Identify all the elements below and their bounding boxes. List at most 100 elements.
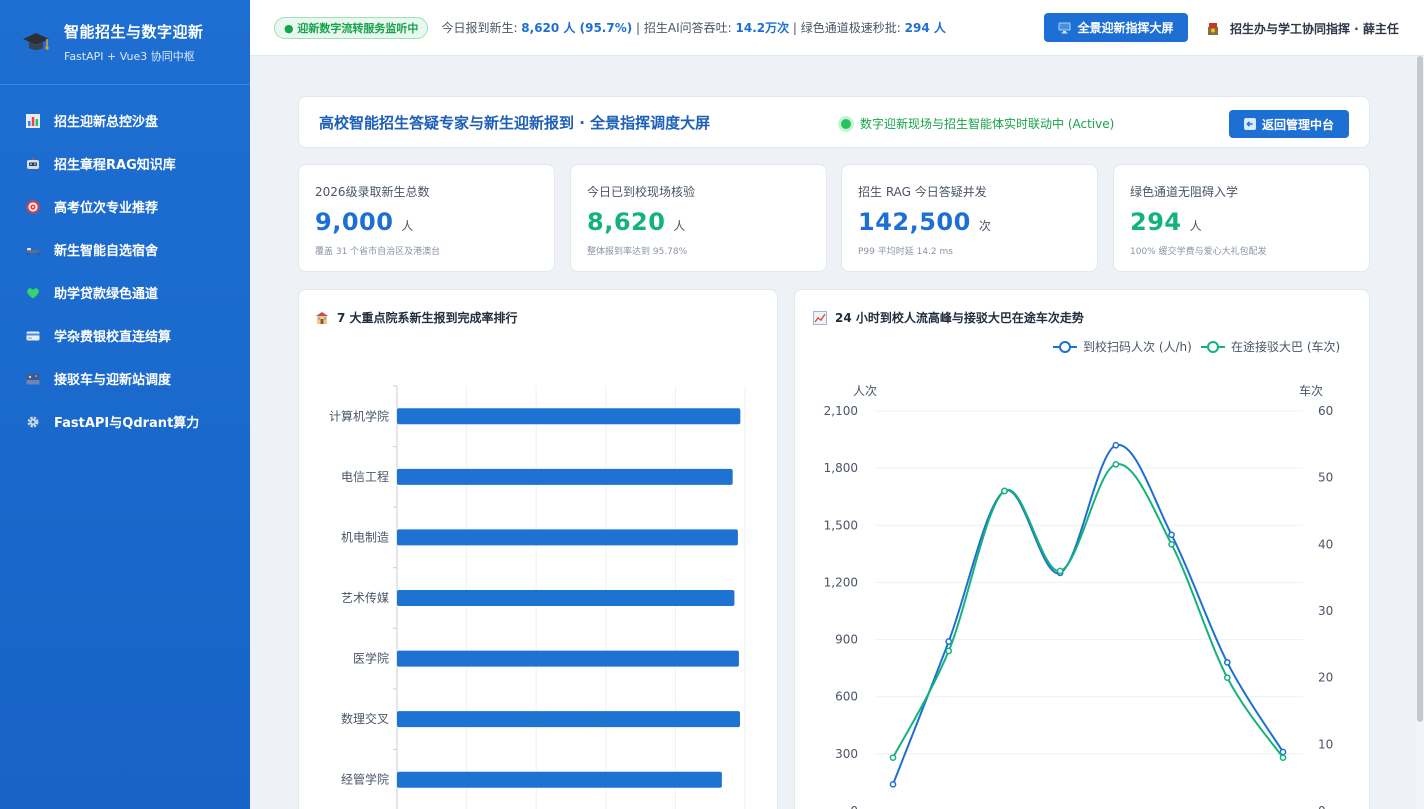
kpi-card-rag-qa: 招生 RAG 今日答疑并发 142,500 次 P99 平均时延 14.2 ms <box>841 164 1098 272</box>
sidebar-item-label: 新生智能自选宿舍 <box>54 244 159 259</box>
credit-card-icon <box>26 331 40 340</box>
sidebar-item-label: 招生迎新总控沙盘 <box>54 115 159 130</box>
sidebar-item-label: 接驳车与迎新站调度 <box>54 373 172 388</box>
sidebar-menu: 招生迎新总控沙盘 招生章程RAG知识库 高考位次专业推荐 新生智能自选宿舍 助学… <box>0 99 250 443</box>
legend-swatch-marker <box>1207 341 1219 353</box>
sidebar-item-recommend[interactable]: 高考位次专业推荐 <box>0 185 250 228</box>
y-tick-label-left: 1,500 <box>824 518 858 532</box>
brand-subtitle: FastAPI + Vue3 协同中枢 <box>64 49 195 63</box>
series-1-point <box>1223 659 1231 666</box>
sidebar-item-label: 学杂费银校直连结算 <box>54 330 172 345</box>
bar-chart-icon <box>26 113 40 128</box>
sidebar-item-label: 高考位次专业推荐 <box>54 201 159 216</box>
kpi-value: 8,620 <box>587 208 666 236</box>
big-screen-button[interactable]: 全景迎新指挥大屏 <box>1044 13 1188 42</box>
sidebar-item-label: 招生章程RAG知识库 <box>54 158 176 173</box>
y-tick-label-right: 60 <box>1318 404 1333 418</box>
series-2-point <box>889 754 897 762</box>
series-2-point <box>945 647 953 655</box>
bar-6 <box>397 711 740 728</box>
bar-1 <box>397 408 741 425</box>
back-to-admin-button[interactable]: 返回管理中台 <box>1229 110 1349 138</box>
series-2-point <box>1112 460 1120 468</box>
ticker-value-arrivals: 8,620 人 (95.7%) <box>521 21 633 35</box>
bar-3 <box>397 529 738 546</box>
y-tick-label-left: 1,200 <box>824 575 858 589</box>
active-status-text: 数字迎新现场与招生智能体实时联动中 (Active) <box>860 117 1115 131</box>
back-button-label: 返回管理中台 <box>1261 117 1334 132</box>
sidebar-item-compute[interactable]: FastAPI与Qdrant算力 <box>0 400 250 443</box>
bar-7 <box>397 771 722 788</box>
bar-chart: 计算机学院电信工程机电制造艺术传媒医学院数理交叉经管学院 <box>329 385 746 809</box>
series-2-point <box>1056 567 1064 575</box>
bar-category-label: 经管学院 <box>341 772 389 787</box>
legend-swatch-marker <box>1059 341 1071 353</box>
y-tick-label-right: 50 <box>1318 471 1333 485</box>
kpi-card-admitted: 2026级录取新生总数 9,000 人 覆盖 31 个省市自治区及港澳台 <box>298 164 555 272</box>
legend-label: 到校扫码人次 (人/h) <box>1083 339 1192 354</box>
kpi-unit: 人 <box>1189 219 1202 233</box>
bar-4 <box>397 590 735 606</box>
topbar: ● 迎新数字流转服务监听中 今日报到新生: 8,620 人 (95.7%) | … <box>250 0 1424 56</box>
big-screen-button-label: 全景迎新指挥大屏 <box>1077 21 1174 35</box>
line-chart: 到校扫码人次 (人/h) 在途接驳大巴 (车次) 人次 车次 2,100 1,800 1,5… <box>824 339 1341 809</box>
series-1-point <box>945 638 953 645</box>
department-bar-chart-card: 7 大重点院系新生报到完成率排行 计算机学院 电信工程 机电制造 艺术传媒 医学院 数理交… <box>298 289 778 809</box>
y-tick-label-left: 300 <box>835 747 858 761</box>
brand-title: 智能招生与数字迎新 <box>64 22 204 41</box>
ticker-label-qa: | 招生AI问答吞吐: <box>632 21 736 35</box>
bed-icon <box>27 247 39 255</box>
kpi-value: 142,500 <box>858 208 971 236</box>
sidebar-item-rag[interactable]: 招生章程RAG知识库 <box>0 142 250 185</box>
kpi-card-green-channel: 绿色通道无阻碍入学 294 人 100% 缓交学费与爱心大礼包配发 <box>1113 164 1370 272</box>
brand: 智能招生与数字迎新 FastAPI + Vue3 协同中枢 <box>0 0 250 85</box>
kpi-card-arrived: 今日已到校现场核验 8,620 人 整体报到率达到 95.78% <box>570 164 827 272</box>
bar-category-label: 机电制造 <box>341 530 389 544</box>
y-axis-title-right: 车次 <box>1299 383 1323 398</box>
active-status: 数字迎新现场与招生智能体实时联动中 (Active) <box>841 115 1114 132</box>
y-tick-label-right: 0 <box>1318 804 1326 809</box>
status-dot-icon <box>841 118 851 129</box>
sidebar-item-loan[interactable]: 助学贷款绿色通道 <box>0 271 250 314</box>
sidebar-item-label: FastAPI与Qdrant算力 <box>54 416 200 431</box>
kpi-unit: 次 <box>978 219 991 233</box>
bar-category-label: 电信工程 <box>341 469 389 484</box>
green-heart-icon <box>27 287 39 298</box>
bar-5 <box>397 650 739 667</box>
series-1-point <box>1112 441 1120 449</box>
graduation-cap-icon <box>23 33 49 50</box>
traffic-line-chart-card: 24 小时到校人流高峰与接驳大巴在途车次走势 到校扫码人次 (人/h) 在途接驳大… <box>794 289 1370 809</box>
y-tick-label-right: 10 <box>1318 737 1333 751</box>
series-line-1 <box>892 444 1284 785</box>
bar-category-label: 医学院 <box>353 651 389 666</box>
y-tick-label-left: 1,800 <box>824 461 858 475</box>
y-tick-label-left: 2,100 <box>824 404 858 418</box>
series-2-point <box>1223 674 1231 682</box>
scroll-thumb[interactable] <box>1417 56 1423 722</box>
robot-icon <box>27 157 39 169</box>
series-2-point <box>1168 540 1175 548</box>
sidebar-item-payment[interactable]: 学杂费银校直连结算 <box>0 314 250 357</box>
back-arrow-icon <box>1243 118 1256 130</box>
director-avatar-icon <box>1208 22 1218 35</box>
bar-2 <box>397 468 733 485</box>
y-tick-label-left: 600 <box>835 690 858 704</box>
sidebar-item-shuttle[interactable]: 接驳车与迎新站调度 <box>0 357 250 400</box>
y-tick-label-right: 40 <box>1318 537 1333 551</box>
live-ticker: 今日报到新生: 8,620 人 (95.7%) | 招生AI问答吞吐: 14.2… <box>441 19 945 36</box>
user-info[interactable]: 招生办与学工协同指挥 · 薛主任 <box>1206 20 1399 37</box>
kpi-note: 整体报到率达到 95.78% <box>587 247 688 257</box>
bar-category-label: 艺术传媒 <box>341 590 389 605</box>
sidebar-item-dashboard[interactable]: 招生迎新总控沙盘 <box>0 99 250 142</box>
kpi-note: 100% 缓交学费与爱心大礼包配发 <box>1130 247 1267 257</box>
user-label: 招生办与学工协同指挥 · 薛主任 <box>1230 22 1399 36</box>
ticker-value-green: 294 人 <box>904 21 946 35</box>
gear-icon <box>27 416 39 427</box>
sidebar-item-dorm[interactable]: 新生智能自选宿舍 <box>0 228 250 271</box>
page-scrollbar[interactable] <box>1416 56 1424 809</box>
kpi-note: 覆盖 31 个省市自治区及港澳台 <box>315 247 441 257</box>
sidebar-item-label: 助学贷款绿色通道 <box>54 287 159 302</box>
kpi-label: 今日已到校现场核验 <box>587 185 696 199</box>
dashboard-header: 高校智能招生答疑专家与新生迎新报到 · 全景指挥调度大屏 数字迎新现场与招生智能… <box>298 96 1370 148</box>
bar-category-label: 数理交叉 <box>341 711 389 726</box>
